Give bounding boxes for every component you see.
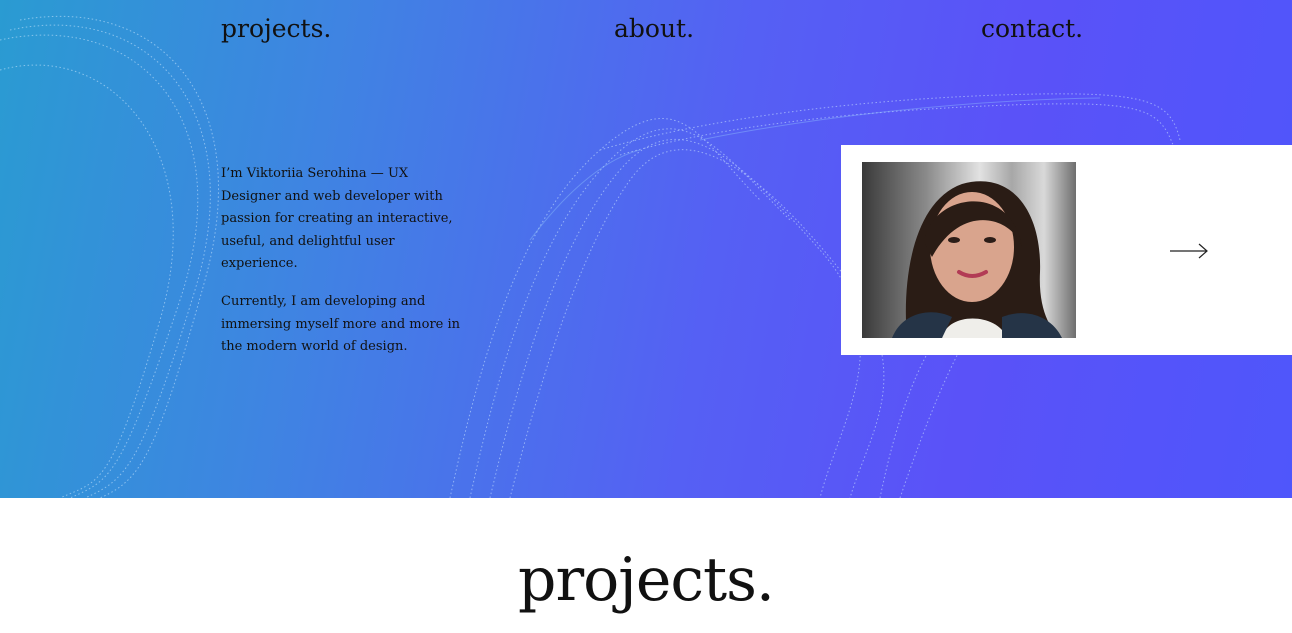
intro-paragraph-2: Currently, I am developing and immersing… [221, 293, 461, 355]
projects-section-title: projects. [518, 545, 775, 615]
nav-projects-link[interactable]: projects. [221, 14, 331, 43]
nav-contact-link[interactable]: contact. [981, 14, 1083, 43]
arrow-right-icon[interactable] [1169, 238, 1209, 264]
profile-card [841, 145, 1292, 355]
nav-about-link[interactable]: about. [614, 14, 694, 43]
portrait-photo [862, 162, 1076, 338]
portrait-illustration [862, 162, 1076, 338]
intro-text: I’m Viktoriia Serohina — UX Designer and… [221, 163, 471, 374]
hero-section: projects. about. contact. I’m Viktoriia … [0, 0, 1292, 498]
intro-paragraph-1: I’m Viktoriia Serohina — UX Designer and… [221, 166, 453, 272]
